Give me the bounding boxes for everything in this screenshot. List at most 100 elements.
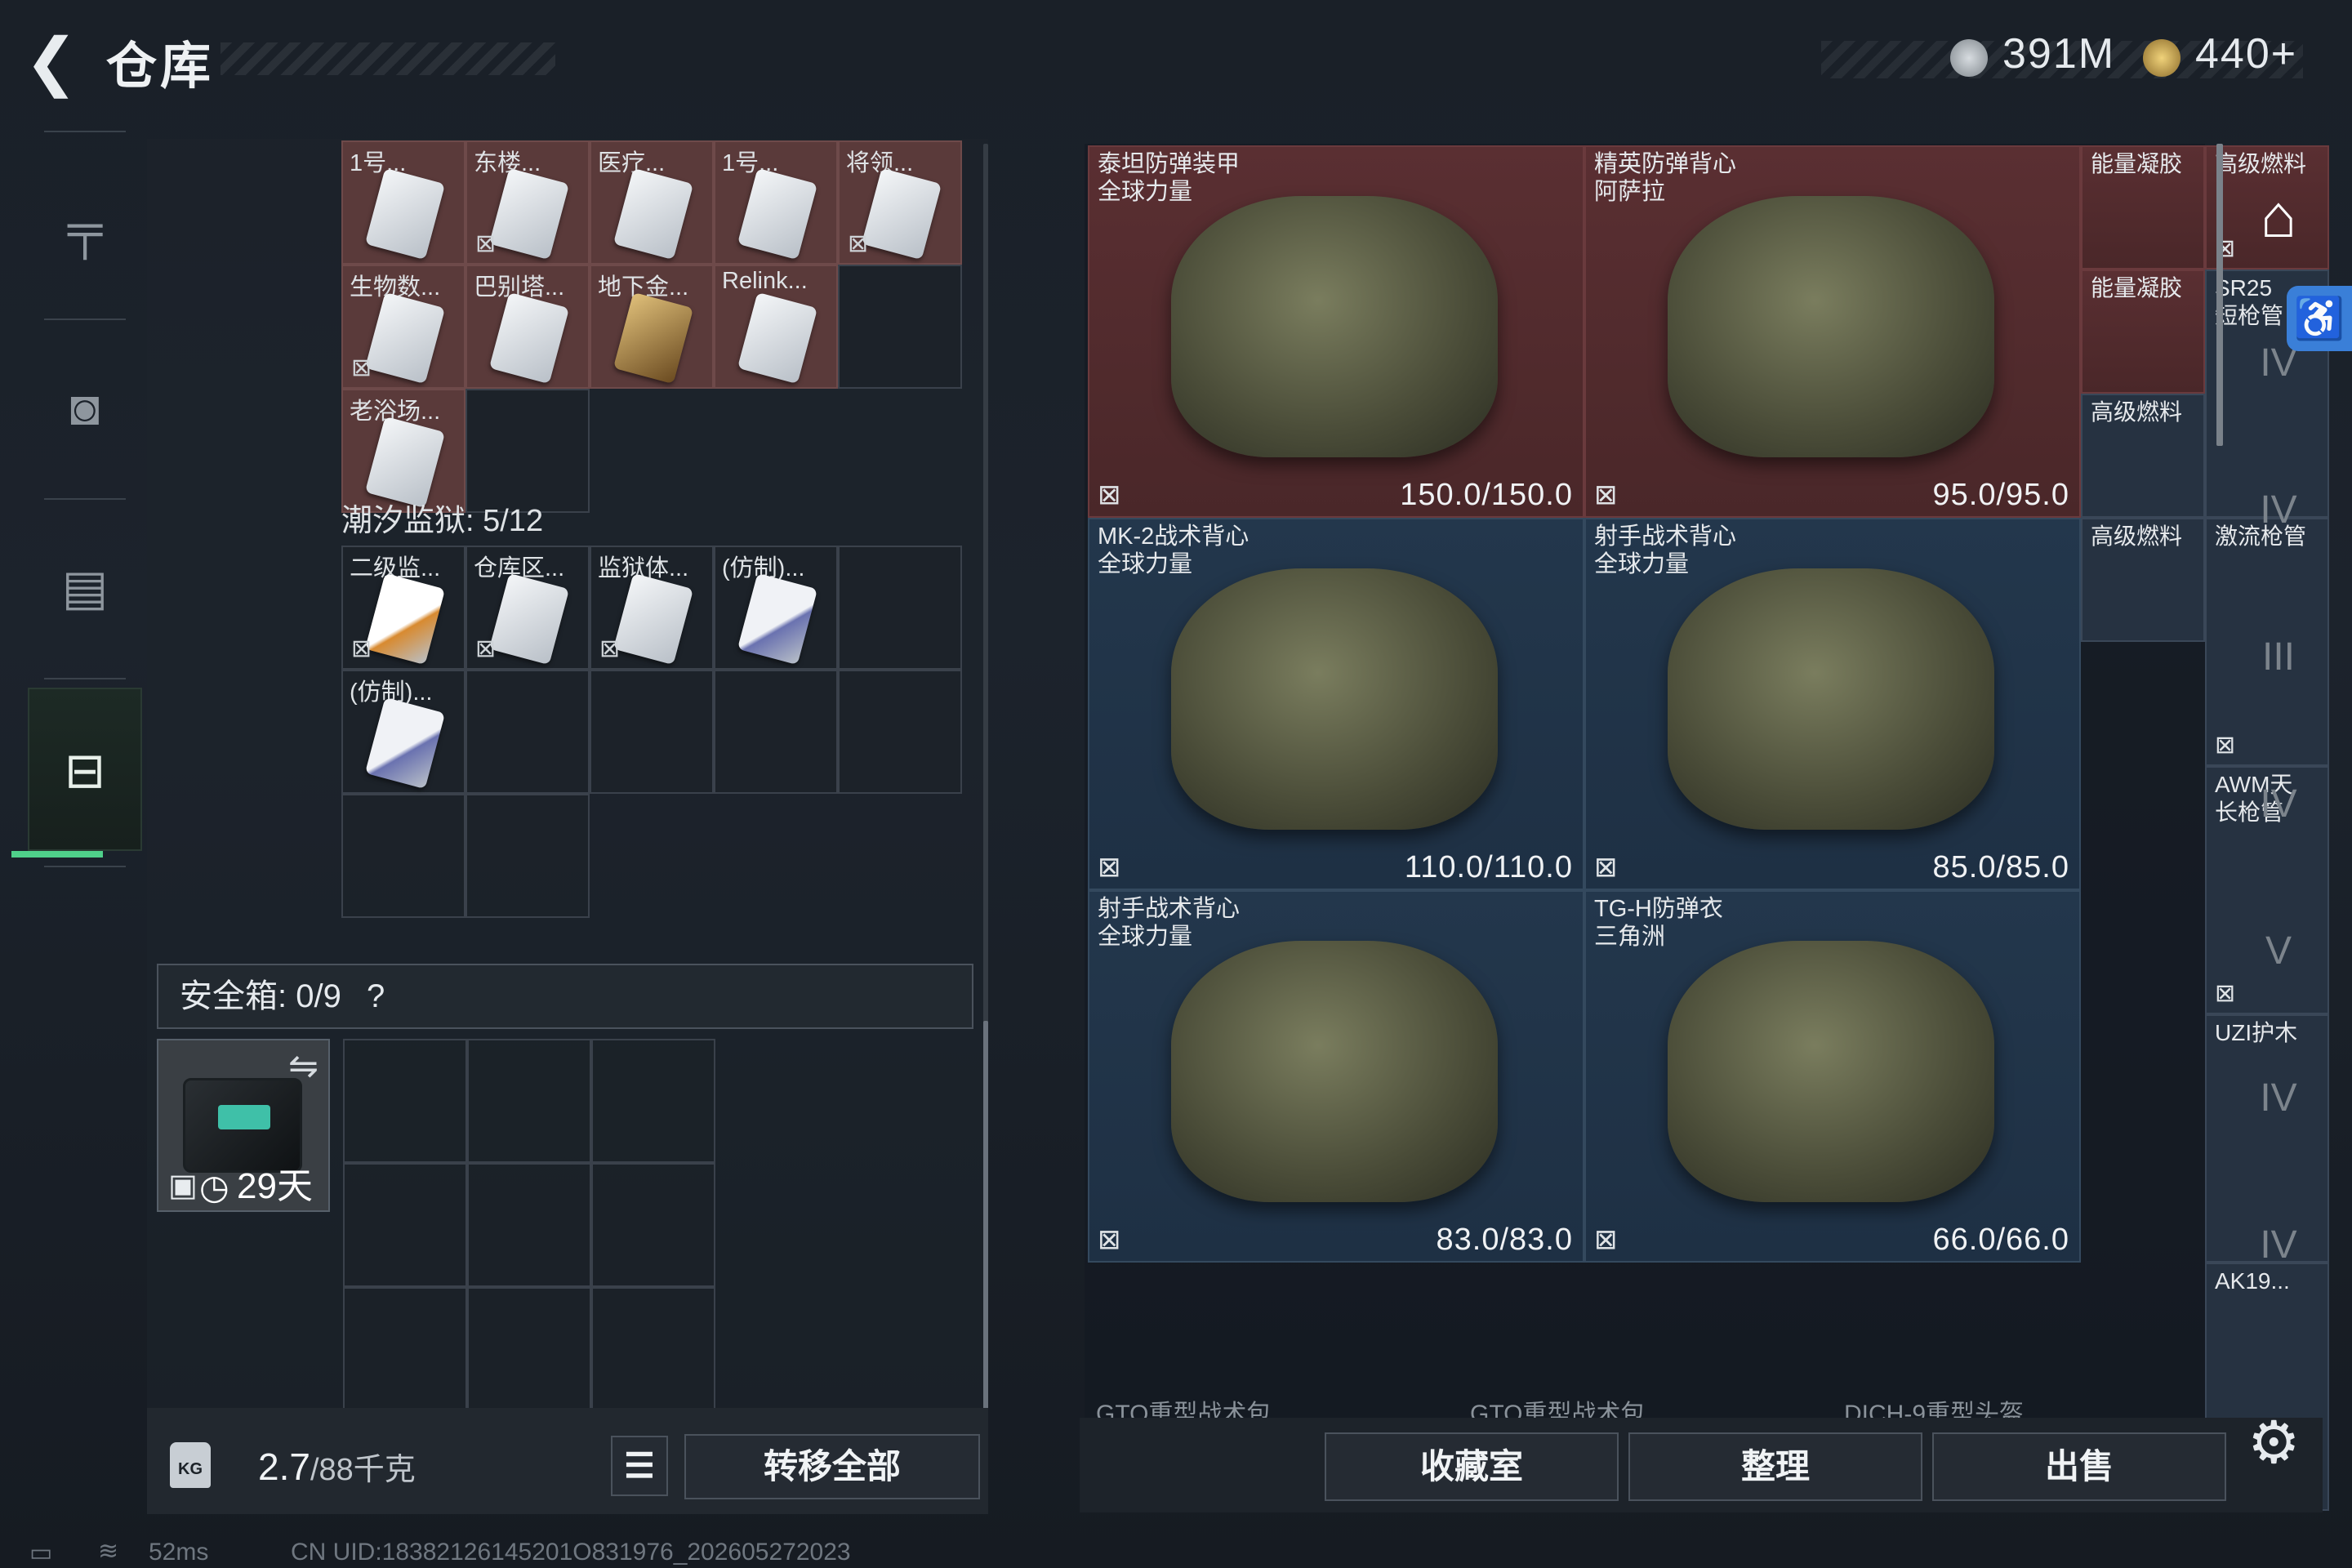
stash-item-name: 能量凝胶	[2091, 275, 2183, 301]
nav-divider	[44, 866, 126, 867]
stash-item-durability: 110.0/110.0	[1404, 850, 1573, 884]
right-nav-category-icon[interactable]: IV	[2238, 735, 2319, 874]
safe-box-slot[interactable]	[343, 1287, 467, 1411]
storage-cell[interactable]: 将领... ⊠	[838, 140, 962, 265]
safe-box-slot[interactable]	[343, 1039, 467, 1163]
storage-item-label: 巴别塔...	[474, 274, 565, 301]
storage-cell[interactable]	[838, 546, 962, 670]
no-insure-icon: ⊠	[1098, 852, 1121, 883]
keycard-icon	[612, 572, 694, 666]
gold-currency[interactable]: 440+	[2195, 29, 2297, 78]
storage-cell[interactable]	[838, 265, 962, 389]
storage-item-label: 监狱体...	[598, 555, 689, 581]
stash-item-small[interactable]: 高级燃料	[2081, 394, 2205, 518]
accessibility-icon[interactable]: ♿	[2287, 286, 2352, 351]
collection-button[interactable]: 收藏室	[1325, 1432, 1619, 1501]
safe-box-timer: 29天	[237, 1166, 313, 1206]
sell-button[interactable]: 出售	[1932, 1432, 2226, 1501]
sort-button[interactable]: 整理	[1628, 1432, 1922, 1501]
stash-item-armor[interactable]: 泰坦防弹装甲 全球力量 150.0/150.0 ⊠	[1088, 145, 1584, 518]
safe-box-slot[interactable]	[591, 1039, 715, 1163]
keycard-icon	[364, 167, 446, 261]
keycard-icon	[612, 167, 694, 261]
stash-item-small[interactable]: 能量凝胶	[2081, 270, 2205, 394]
no-insure-icon: ⊠	[1098, 1224, 1121, 1255]
safe-box-slot[interactable]	[343, 1163, 467, 1287]
storage-item-label: 仓库区...	[474, 555, 565, 581]
backpack-icon[interactable]: ◙	[28, 327, 142, 490]
storage-cell[interactable]	[466, 794, 590, 918]
storage-cell[interactable]: 地下金...	[590, 265, 714, 389]
storage-item-label: (仿制)...	[722, 555, 805, 581]
keycard-icon	[737, 572, 818, 666]
no-insure-icon: ⊠	[351, 354, 372, 381]
storage-cell[interactable]: 医疗...	[590, 140, 714, 265]
storage-cell[interactable]	[590, 670, 714, 794]
stash-item-armor[interactable]: 射手战术背心 全球力量 85.0/85.0 ⊠	[1584, 518, 2081, 890]
storage-cell[interactable]: 1号...	[714, 140, 838, 265]
no-insure-icon: ⊠	[475, 230, 497, 257]
keycard-icon	[488, 572, 570, 666]
ping-readout: 52ms	[149, 1539, 209, 1566]
safe-box-slot[interactable]	[591, 1287, 715, 1411]
storage-cell[interactable]: (仿制)...	[341, 670, 466, 794]
storage-scrollbar-thumb[interactable]	[983, 1021, 988, 1413]
vest-icon[interactable]: ▤	[28, 506, 142, 670]
transfer-all-button[interactable]: 转移全部	[684, 1434, 980, 1499]
no-insure-icon: ⊠	[1594, 1224, 1618, 1255]
uid-readout: CN UID:18382126145201O831976_20260527202…	[291, 1539, 851, 1566]
stash-item-armor[interactable]: 射手战术背心 全球力量 83.0/83.0 ⊠	[1088, 890, 1584, 1263]
right-nav-category-icon[interactable]: IV	[2238, 1176, 2319, 1315]
storage-cell[interactable]	[714, 670, 838, 794]
storage-cell[interactable]: (仿制)...	[714, 546, 838, 670]
stash-scrollbar-thumb[interactable]	[2216, 144, 2223, 446]
right-nav-category-icon[interactable]: IV	[2238, 441, 2319, 580]
stash-item-small[interactable]: 能量凝胶	[2081, 145, 2205, 270]
gun-icon[interactable]: ╤	[28, 147, 142, 310]
storage-cell[interactable]: 仓库区... ⊠	[466, 546, 590, 670]
stash-item-armor[interactable]: TG-H防弹衣 三角洲 66.0/66.0 ⊠	[1584, 890, 2081, 1263]
right-nav-category-icon[interactable]: ⌂	[2238, 147, 2319, 286]
stash-item-armor[interactable]: MK-2战术背心 全球力量 110.0/110.0 ⊠	[1088, 518, 1584, 890]
safe-box-slot[interactable]	[467, 1039, 591, 1163]
keycard-icon	[737, 292, 818, 385]
nav-divider	[44, 131, 126, 132]
storage-cell[interactable]	[466, 670, 590, 794]
stash-item-durability: 66.0/66.0	[1932, 1223, 2069, 1257]
chevron-left-icon[interactable]: ❮	[24, 29, 90, 93]
clock-icon: ◷	[199, 1168, 229, 1206]
keycard-icon	[612, 292, 694, 385]
right-nav-category-icon[interactable]: III	[2238, 588, 2319, 727]
storage-cell[interactable]	[838, 670, 962, 794]
gold-coin-icon	[2143, 39, 2180, 77]
storage-cell[interactable]: 1号...	[341, 140, 466, 265]
storage-cell[interactable]: 监狱体... ⊠	[590, 546, 714, 670]
stash-item-armor[interactable]: 精英防弹背心 阿萨拉 95.0/95.0 ⊠	[1584, 145, 2081, 518]
storage-cell[interactable]: 二级监... ⊠	[341, 546, 466, 670]
swap-icon[interactable]: ⇋	[288, 1045, 318, 1087]
armor-vest-image	[1171, 941, 1498, 1202]
storage-item-label: (仿制)...	[350, 679, 433, 706]
storage-cell[interactable]: Relink...	[714, 265, 838, 389]
stash-item-small[interactable]: 高级燃料	[2081, 518, 2205, 642]
list-view-button[interactable]: ☰	[611, 1436, 668, 1496]
armor-vest-image	[1668, 196, 1994, 457]
keycard-icon	[488, 167, 570, 261]
safe-box-label: 安全箱: 0/9	[180, 978, 341, 1014]
gear-icon[interactable]: ⚙	[2247, 1408, 2301, 1477]
help-icon[interactable]: ?	[367, 978, 385, 1014]
storage-cell[interactable]: 巴别塔...	[466, 265, 590, 389]
right-nav-category-icon[interactable]: IV	[2238, 1029, 2319, 1168]
stash-item-name: 射手战术背心 全球力量	[1594, 523, 1737, 577]
toolbox-icon[interactable]: ⊟	[28, 688, 142, 851]
safe-box-slot[interactable]	[467, 1287, 591, 1411]
safe-box-slot[interactable]	[591, 1163, 715, 1287]
weight-readout: 2.7/88千克	[258, 1444, 416, 1489]
safe-box-slot[interactable]	[467, 1163, 591, 1287]
storage-cell[interactable]: 生物数... ⊠	[341, 265, 466, 389]
right-nav-category-icon[interactable]: V	[2238, 882, 2319, 1021]
storage-cell[interactable]	[341, 794, 466, 918]
safe-box-item[interactable]: ⇋ ▣ ◷ 29天	[157, 1039, 330, 1212]
storage-cell[interactable]: 东楼... ⊠	[466, 140, 590, 265]
storage-item-label: Relink...	[722, 268, 808, 294]
